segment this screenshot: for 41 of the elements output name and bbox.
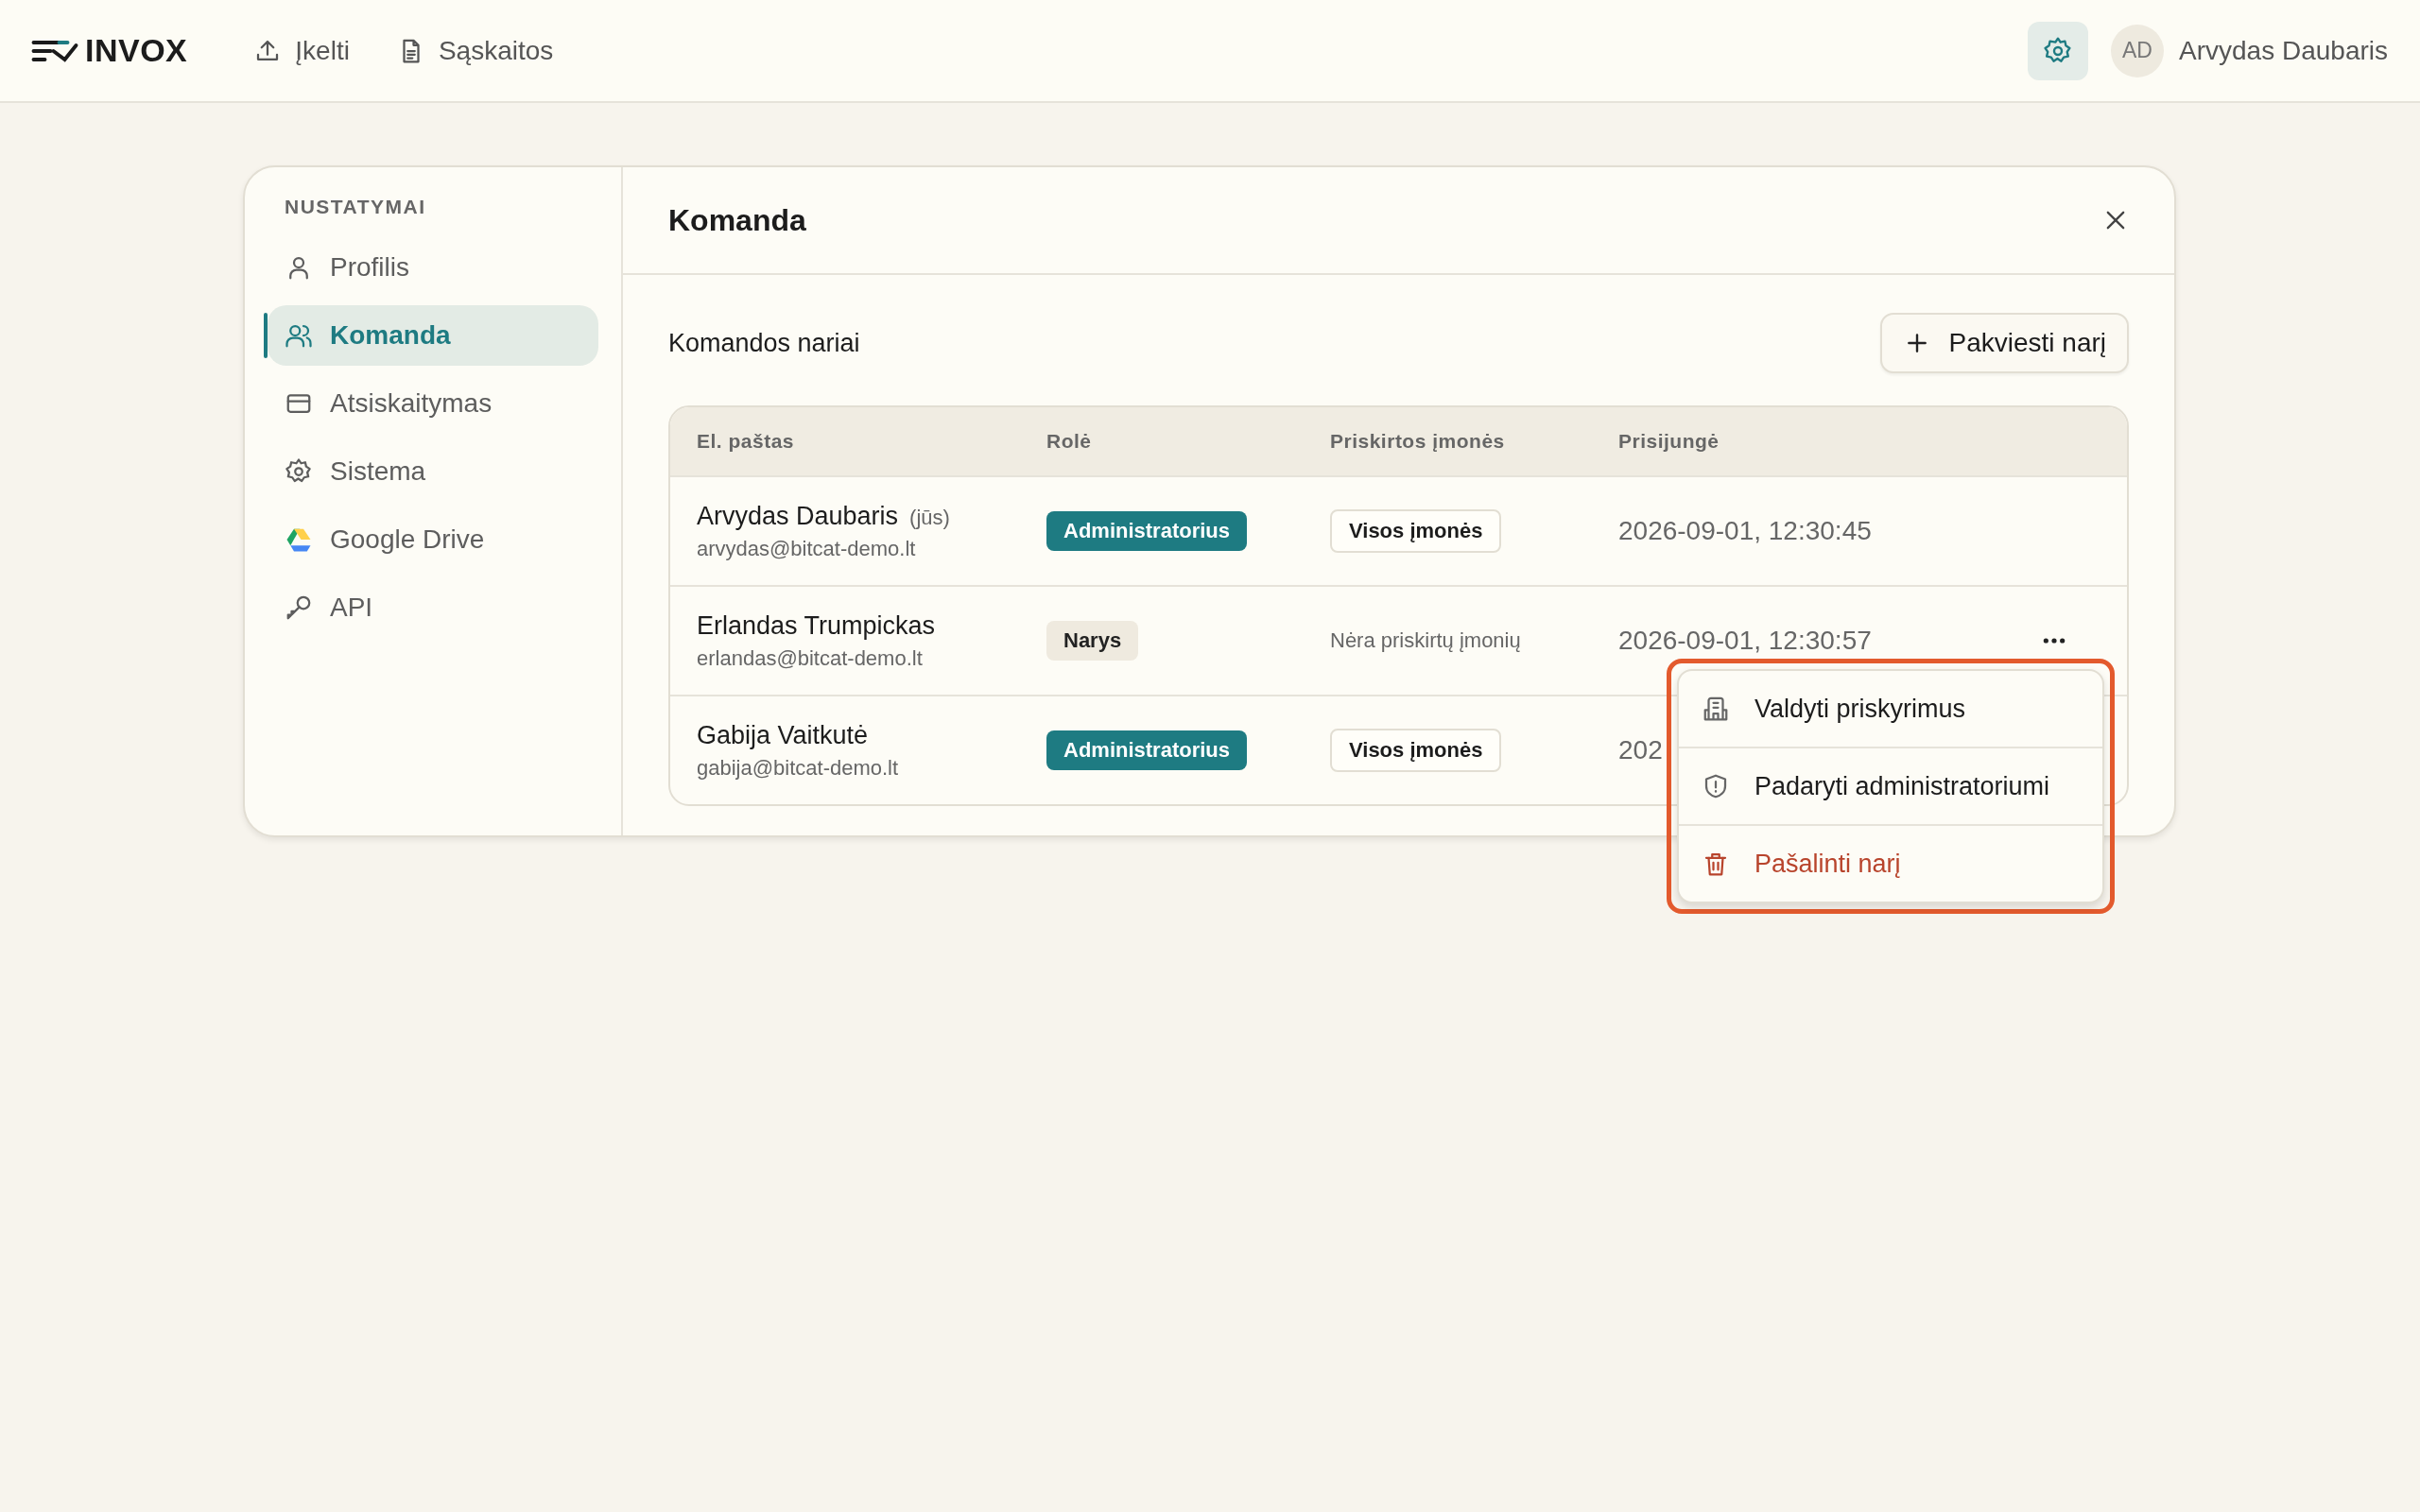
building-icon xyxy=(1702,695,1730,723)
column-header: Prisijungė xyxy=(1618,430,1720,453)
more-icon[interactable] xyxy=(2042,637,2066,644)
sidebar-item[interactable]: Profilis xyxy=(268,237,598,298)
member-name: Erlandas Trumpickas xyxy=(697,610,936,641)
member-name: Arvydas Daubaris xyxy=(697,501,899,531)
key-icon xyxy=(285,593,313,622)
sidebar-item[interactable]: Atsiskaitymas xyxy=(268,373,598,434)
member-email: erlandas@bitcat-demo.lt xyxy=(697,645,924,671)
role-badge: Administratorius xyxy=(1046,730,1248,770)
section-title: Komandos nariai xyxy=(668,328,860,358)
member-email: gabija@bitcat-demo.lt xyxy=(697,755,900,781)
nav-link[interactable]: Įkelti xyxy=(253,35,350,66)
member-name: Gabija Vaitkutė xyxy=(697,720,869,750)
menu-item[interactable]: Valdyti priskyrimus xyxy=(1679,671,2102,747)
member-note: (jūs) xyxy=(909,505,950,530)
section-heading: NUSTATYMAI xyxy=(284,196,427,218)
menu-item[interactable]: Pašalinti narį xyxy=(1679,824,2102,902)
companies-badge: Visos įmonės xyxy=(1330,729,1502,772)
nav-link[interactable]: Sąskaitos xyxy=(396,35,554,66)
settings-button[interactable] xyxy=(2028,21,2088,80)
dialog-title: Komanda xyxy=(668,202,806,238)
companies-text: Nėra priskirtų įmonių xyxy=(1330,628,1522,653)
member-email: arvydas@bitcat-demo.lt xyxy=(697,536,917,561)
login-time: 2026-09-01, 12:30:45 xyxy=(1618,516,1873,546)
column-header: Priskirtos įmonės xyxy=(1330,430,1506,453)
avatar[interactable]: AD xyxy=(2111,24,2164,77)
menu-item[interactable]: Padaryti administratoriumi xyxy=(1679,747,2102,824)
logo-text: INVOX xyxy=(85,32,188,69)
invite-button[interactable]: Pakviesti narį xyxy=(1880,313,2129,373)
user-name[interactable]: Arvydas Daubaris xyxy=(2179,35,2388,66)
role-badge: Administratorius xyxy=(1046,511,1248,551)
sidebar-item[interactable]: API xyxy=(268,577,598,638)
companies-badge: Visos įmonės xyxy=(1330,509,1502,553)
column-header: El. paštas xyxy=(697,430,796,453)
login-time: 2026-09-01, 12:30:57 xyxy=(1618,626,1873,656)
sidebar-item[interactable]: Sistema xyxy=(268,441,598,502)
sidebar-item[interactable]: Google Drive xyxy=(268,509,598,570)
login-time: 202 xyxy=(1618,735,1664,765)
column-header: Rolė xyxy=(1046,430,1093,453)
role-badge: Narys xyxy=(1046,621,1139,661)
